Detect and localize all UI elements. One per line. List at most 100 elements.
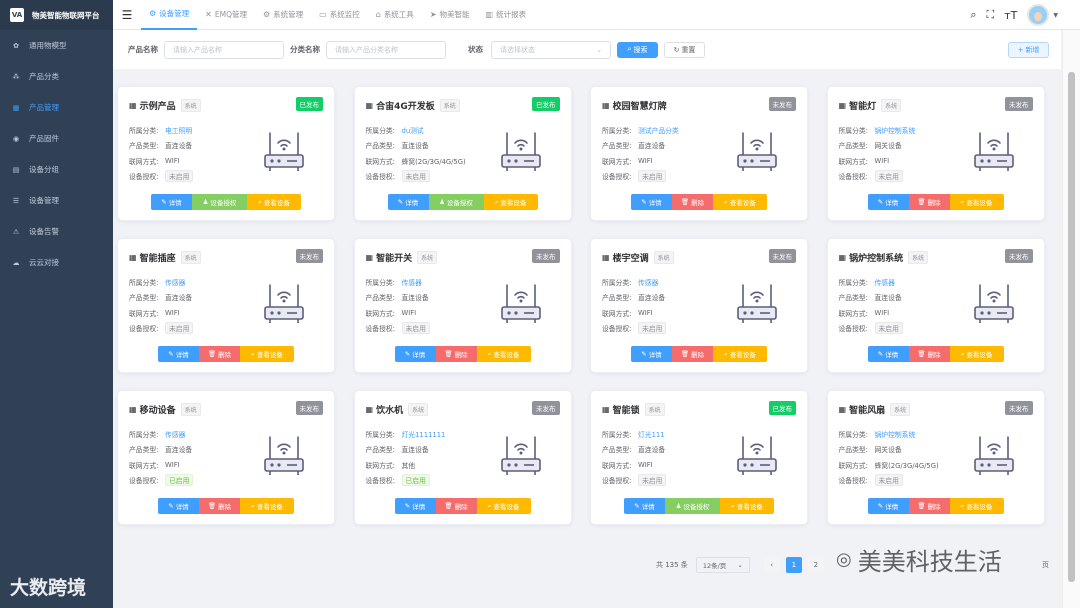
detail-button[interactable]: ✎ 详情 [387,194,429,210]
alarm-icon: ⚠ [12,227,20,236]
detail-button[interactable]: ✎ 详情 [631,346,672,362]
view-devices-button[interactable]: ⌕ 查看设备 [713,346,767,362]
category-value[interactable]: 传感器 [402,277,422,287]
delete-button[interactable]: 🗑 删除 [435,346,477,362]
sidebar-item-1[interactable]: ⁂ 产品分类 [0,61,113,92]
view-devices-button[interactable]: ⌕ 查看设备 [949,194,1004,210]
avatar[interactable] [1027,4,1050,26]
status-select[interactable]: 请选择状态 ⌄ [491,40,611,59]
view-devices-button[interactable]: ⌕ 查看设备 [240,498,294,514]
sidebar-item-7[interactable]: ☁ 云云对接 [0,247,113,278]
edit-icon: ✎ [641,350,647,358]
sidebar-item-5[interactable]: ☰ 设备管理 [0,185,113,216]
hamburger-icon[interactable]: ☰ [113,8,141,22]
category-value[interactable]: 传感器 [165,429,185,439]
view-devices-button[interactable]: ⌕ 查看设备 [720,498,774,514]
field-label: 联网方式: [365,309,395,318]
category-value[interactable]: 灯光111 [638,429,665,439]
card-title: ▦ 饮水机 系统 [366,403,429,416]
category-value[interactable]: 传感器 [875,277,895,287]
detail-button[interactable]: ✎ 详情 [394,346,436,362]
delete-button[interactable]: 🗑 删除 [199,498,240,514]
category-value[interactable]: 传感器 [165,277,185,287]
view-devices-button[interactable]: ⌕ 查看设备 [247,194,301,210]
view-devices-button[interactable]: ⌕ 查看设备 [713,194,767,210]
detail-button[interactable]: ✎ 详情 [624,498,665,514]
detail-button-label: 详情 [885,351,899,359]
tab-3[interactable]: ▭ 系统监控 [311,0,368,30]
field-label: 设备授权: [129,173,159,182]
chevron-down-icon[interactable]: ▼ [1053,12,1058,19]
sidebar-item-3[interactable]: ◉ 产品固件 [0,123,113,154]
device-auth-button[interactable]: ♟ 设备授权 [192,194,247,210]
view-devices-button[interactable]: ⌕ 查看设备 [483,194,538,210]
search-icon[interactable]: ⌕ [970,8,976,22]
add-button-label: 新增 [1025,46,1040,54]
detail-button[interactable]: ✎ 详情 [394,498,436,514]
view-devices-button[interactable]: ⌕ 查看设备 [949,498,1004,514]
trash-icon: 🗑 [207,502,217,510]
search-icon: ⌕ [724,197,728,206]
view-devices-button[interactable]: ⌕ 查看设备 [240,346,294,362]
field-category: 所属分类: 传感器 [129,426,193,442]
prev-page-button[interactable]: ‹ [763,557,780,573]
field-label: 联网方式: [129,157,159,166]
search-button-label: 搜索 [633,45,648,54]
detail-button[interactable]: ✎ 详情 [631,194,672,210]
delete-button[interactable]: 🗑 删除 [908,346,950,362]
fullscreen-icon[interactable]: ⛶ [987,8,995,22]
category-input[interactable]: 请输入产品分类名称 [326,40,446,59]
field-label: 联网方式: [838,461,868,470]
delete-button[interactable]: 🗑 删除 [672,194,713,210]
tab-1[interactable]: ✕ EMQ管理 [197,0,255,30]
detail-button[interactable]: ✎ 详情 [867,346,909,362]
delete-button[interactable]: 🗑 删除 [672,346,713,362]
view-devices-button[interactable]: ⌕ 查看设备 [476,498,531,514]
scrollbar[interactable] [1062,30,1080,608]
font-size-icon[interactable]: тT [1004,9,1017,22]
page-size-select[interactable]: 12条/页 ⌄ [695,557,750,573]
tab-0[interactable]: ⚙ 设备管理 [141,0,198,30]
router-icon [734,431,780,477]
detail-button[interactable]: ✎ 详情 [158,346,199,362]
add-button[interactable]: + 新增 [1008,42,1049,58]
tab-2[interactable]: ⚙ 系统管理 [255,0,311,30]
device-auth-button[interactable]: ♟ 设备授权 [665,498,720,514]
sidebar-item-4[interactable]: ▤ 设备分组 [0,154,113,185]
view-devices-button[interactable]: ⌕ 查看设备 [949,346,1004,362]
category-value[interactable]: 锅炉控制系统 [875,429,916,439]
category-value[interactable]: 传感器 [638,277,658,287]
delete-button[interactable]: 🗑 删除 [199,346,240,362]
device-auth-button[interactable]: ♟ 设备授权 [428,194,484,210]
detail-button[interactable]: ✎ 详情 [151,194,192,210]
view-devices-button[interactable]: ⌕ 查看设备 [476,346,531,362]
logo[interactable]: VA 物美智能物联网平台 [0,0,113,30]
category-value[interactable]: 电工照明 [165,125,192,135]
trash-icon: 🗑 [207,350,217,358]
sidebar-item-2[interactable]: ▦ 产品管理 [0,92,113,123]
category-value[interactable]: du测试 [402,125,424,135]
category-value[interactable]: 锅炉控制系统 [875,125,916,135]
tab-6[interactable]: ▥ 统计报表 [478,0,535,30]
delete-button[interactable]: 🗑 删除 [908,194,950,210]
tab-4[interactable]: ⌂ 系统工具 [368,0,422,30]
system-tag: 系统 [180,251,201,264]
product-name-input[interactable]: 请输入产品名称 [164,40,284,59]
scrollbar-thumb[interactable] [1068,72,1075,582]
reset-button[interactable]: ↻ 重置 [664,41,705,58]
sidebar-item-6[interactable]: ⚠ 设备告警 [0,216,113,247]
card-fields: 所属分类: 传感器 产品类型: 直连设备 联网方式: WIFI 设备授权: 未启用 [129,274,194,336]
delete-button[interactable]: 🗑 删除 [908,498,950,514]
page-button-2[interactable]: 2 [807,557,824,573]
detail-button[interactable]: ✎ 详情 [867,194,909,210]
detail-button[interactable]: ✎ 详情 [867,498,909,514]
search-button[interactable]: ⌕ 搜索 [617,41,658,58]
sidebar-item-0[interactable]: ✿ 通用物模型 [0,30,113,61]
detail-button[interactable]: ✎ 详情 [158,498,199,514]
tab-5[interactable]: ➤ 物美智能 [422,0,478,30]
delete-button[interactable]: 🗑 删除 [435,498,477,514]
trash-icon: 🗑 [917,198,926,206]
page-button-1[interactable]: 1 [785,557,802,573]
category-value[interactable]: 测试产品分类 [638,125,679,135]
category-value[interactable]: 灯光1111111 [402,429,446,439]
